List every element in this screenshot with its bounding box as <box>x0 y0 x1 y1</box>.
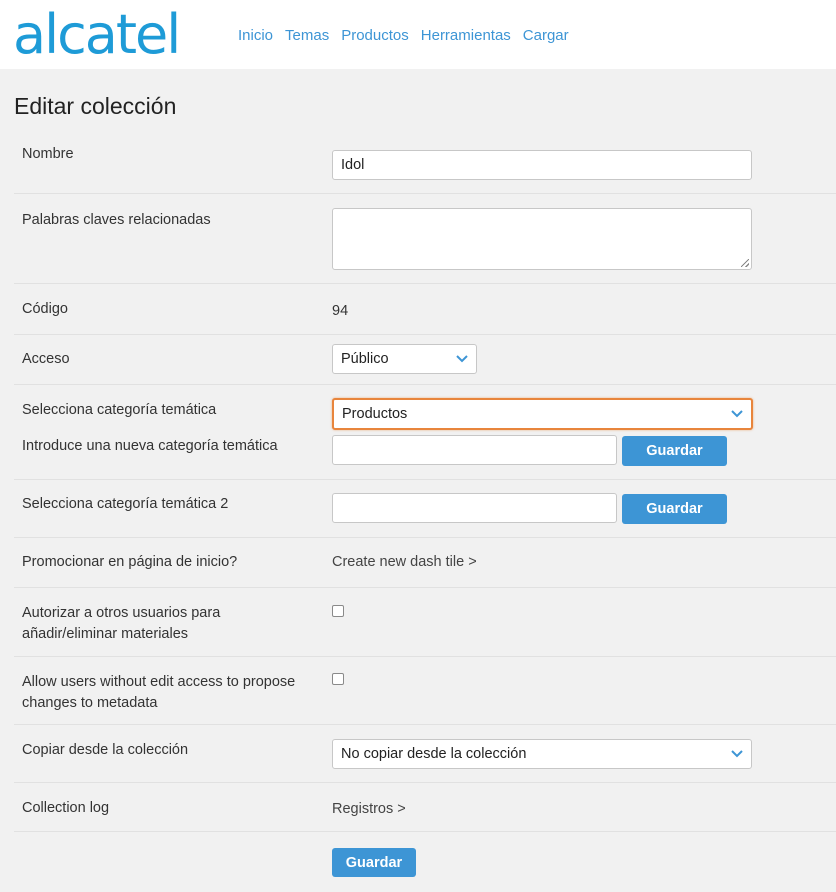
label-codigo: Código <box>22 301 68 317</box>
nombre-input[interactable]: Idol <box>332 150 752 180</box>
resize-grip-icon[interactable] <box>741 259 749 267</box>
svg-text:alcatel: alcatel <box>13 9 179 61</box>
label-allow-users-line1: Allow users without edit access to propo… <box>22 674 296 690</box>
categoria2-input[interactable] <box>332 493 617 523</box>
row-promocionar: Promocionar en página de inicio? Create … <box>14 538 836 588</box>
guardar-categoria2-button[interactable]: Guardar <box>622 494 727 524</box>
create-dash-tile-link[interactable]: Create new dash tile > <box>332 554 477 570</box>
nav-inicio[interactable]: Inicio <box>238 27 273 44</box>
guardar-categoria-button[interactable]: Guardar <box>622 436 727 466</box>
label-palabras: Palabras claves relacionadas <box>22 212 211 228</box>
chevron-down-icon <box>731 750 743 758</box>
row-allow-users: Allow users without edit access to propo… <box>14 657 836 725</box>
nav-temas[interactable]: Temas <box>285 27 329 44</box>
row-submit: Guardar <box>14 832 836 892</box>
chevron-down-icon <box>456 355 468 363</box>
allow-users-checkbox[interactable] <box>332 673 344 685</box>
row-categoria2: Selecciona categoría temática 2 Guardar <box>14 480 836 538</box>
alcatel-logo[interactable]: alcatel <box>13 9 213 61</box>
row-acceso: Acceso Público <box>14 335 836 385</box>
edit-collection-form: Nombre Idol Palabras claves relacionadas… <box>14 135 836 892</box>
categoria-selected: Productos <box>342 406 408 422</box>
label-autorizar: Autorizar a otros usuarios para añadir/e… <box>22 603 220 645</box>
acceso-select[interactable]: Público <box>332 344 477 374</box>
copiar-select[interactable]: No copiar desde la colección <box>332 739 752 769</box>
nav-cargar[interactable]: Cargar <box>523 27 569 44</box>
nav-herramientas[interactable]: Herramientas <box>421 27 511 44</box>
label-categoria2: Selecciona categoría temática 2 <box>22 496 229 512</box>
registros-link[interactable]: Registros > <box>332 801 406 817</box>
guardar-submit-button[interactable]: Guardar <box>332 848 416 877</box>
row-log: Collection log Registros > <box>14 783 836 832</box>
label-autorizar-line1: Autorizar a otros usuarios para <box>22 605 221 621</box>
row-categoria: Selecciona categoría temática Productos … <box>14 385 836 480</box>
label-autorizar-line2: añadir/eliminar materiales <box>22 626 189 642</box>
label-copiar: Copiar desde la colección <box>22 742 189 758</box>
label-allow-users: Allow users without edit access to propo… <box>22 672 295 714</box>
chevron-down-icon <box>731 410 743 418</box>
label-promocionar: Promocionar en página de inicio? <box>22 554 238 570</box>
acceso-selected: Público <box>341 351 389 367</box>
codigo-value: 94 <box>332 303 349 319</box>
label-acceso: Acceso <box>22 351 70 367</box>
main-content: Editar colección Nombre Idol Palabras cl… <box>0 93 836 892</box>
row-palabras: Palabras claves relacionadas <box>14 194 836 284</box>
nueva-categoria-input[interactable] <box>332 435 617 465</box>
header: alcatel Inicio Temas Productos Herramien… <box>0 0 836 69</box>
alcatel-logo-graphic: alcatel <box>13 9 181 61</box>
palabras-textarea[interactable] <box>332 208 752 270</box>
row-nombre: Nombre Idol <box>14 135 836 194</box>
label-categoria: Selecciona categoría temática <box>22 402 217 418</box>
copiar-selected: No copiar desde la colección <box>341 746 527 762</box>
row-autorizar: Autorizar a otros usuarios para añadir/e… <box>14 588 836 657</box>
autorizar-checkbox[interactable] <box>332 605 344 617</box>
row-codigo: Código 94 <box>14 284 836 335</box>
row-copiar: Copiar desde la colección No copiar desd… <box>14 725 836 783</box>
label-allow-users-line2: changes to metadata <box>22 695 158 711</box>
label-nombre: Nombre <box>22 146 74 162</box>
nav-productos[interactable]: Productos <box>341 27 409 44</box>
label-nueva-categoria: Introduce una nueva categoría temática <box>22 438 278 454</box>
page-title: Editar colección <box>14 93 177 119</box>
main-nav: Inicio Temas Productos Herramientas Carg… <box>238 27 581 44</box>
categoria-select[interactable]: Productos <box>332 398 753 430</box>
label-log: Collection log <box>22 800 110 816</box>
